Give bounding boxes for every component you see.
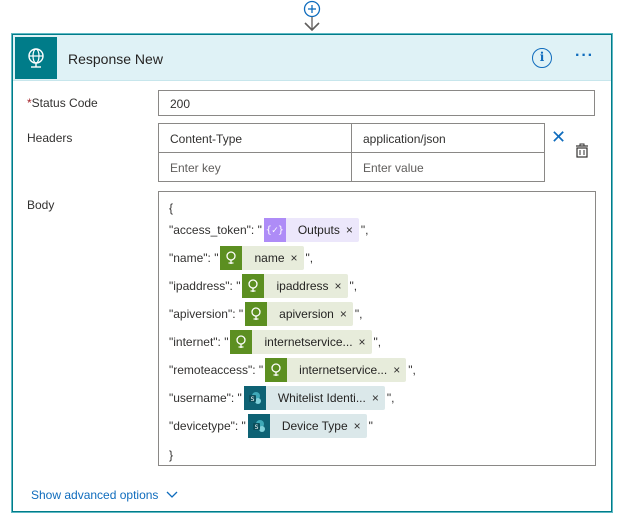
remove-token-icon[interactable]: × xyxy=(335,279,348,293)
token-label: internetservice... xyxy=(299,363,388,377)
card-header[interactable]: Response New i ··· xyxy=(13,35,611,81)
json-tail: ", xyxy=(386,391,395,405)
svg-text:S: S xyxy=(250,396,254,403)
dynamic-content-token[interactable]: {✓} Outputs × xyxy=(263,218,359,242)
json-key: "username": " xyxy=(169,391,242,405)
sharepoint-icon: S xyxy=(247,414,270,438)
token-label: Outputs xyxy=(297,223,340,237)
remove-token-icon[interactable]: × xyxy=(346,223,359,237)
dynamic-content-token[interactable]: S Device Type × xyxy=(247,414,367,438)
body-json-line: "devicetype": " S Device Type × " xyxy=(169,414,373,438)
json-key: "access_token": " xyxy=(169,223,262,237)
remove-token-icon[interactable]: × xyxy=(354,419,367,433)
body-editor[interactable]: { } "access_token": " {✓} Outputs × ", "name"… xyxy=(158,191,596,466)
token-label: name xyxy=(254,251,285,265)
bulb-icon xyxy=(245,302,268,326)
sharepoint-icon: S xyxy=(243,386,266,410)
bulb-icon xyxy=(220,246,243,270)
bulb-icon xyxy=(265,358,288,382)
info-icon[interactable]: i xyxy=(532,48,552,68)
status-code-label: *Status Code xyxy=(27,96,98,110)
header-value-field[interactable]: application/json xyxy=(351,123,545,153)
header-value-input[interactable]: Enter value xyxy=(351,152,545,182)
token-label: ipaddress xyxy=(276,279,329,293)
open-brace: { xyxy=(169,201,174,215)
remove-header-icon[interactable]: ✕ xyxy=(551,127,566,148)
token-label: apiversion xyxy=(279,307,334,321)
svg-text:S: S xyxy=(254,424,258,431)
json-tail: ", xyxy=(349,279,358,293)
token-label: Device Type xyxy=(281,419,348,433)
show-advanced-options-link[interactable]: Show advanced options xyxy=(31,488,178,502)
json-tail: ", xyxy=(354,307,363,321)
json-key: "remoteaccess": " xyxy=(169,363,264,377)
status-code-label-text: Status Code xyxy=(31,96,98,110)
json-tail: ", xyxy=(305,251,314,265)
body-json-line: "username": " S Whitelist Identi... × ", xyxy=(169,386,394,410)
chevron-down-icon xyxy=(166,491,178,498)
remove-token-icon[interactable]: × xyxy=(291,251,304,265)
json-key: "devicetype": " xyxy=(169,419,246,433)
body-json-line: "internet": " internetservice... × ", xyxy=(169,330,381,354)
body-json-line: "ipaddress": " ipaddress × ", xyxy=(169,274,357,298)
body-label: Body xyxy=(27,198,55,212)
switch-to-text-mode-icon[interactable] xyxy=(575,143,591,159)
header-key-input[interactable]: Enter key xyxy=(158,152,352,182)
card-title: Response New xyxy=(68,51,163,67)
json-key: "apiversion": " xyxy=(169,307,244,321)
json-tail: ", xyxy=(408,363,416,377)
remove-token-icon[interactable]: × xyxy=(393,363,406,377)
json-key: "internet": " xyxy=(169,335,229,349)
token-label: internetservice... xyxy=(264,335,353,349)
body-json-line: "remoteaccess": " internetservice... × ", xyxy=(169,358,416,382)
body-json-line: "apiversion": " apiversion × ", xyxy=(169,302,362,326)
headers-label: Headers xyxy=(27,131,73,145)
expression-icon: {✓} xyxy=(263,218,286,242)
add-step-icon[interactable] xyxy=(302,0,322,32)
remove-token-icon[interactable]: × xyxy=(359,335,372,349)
body-json-line: "name": " name × ", xyxy=(169,246,313,270)
bulb-icon xyxy=(230,330,253,354)
json-tail: ", xyxy=(373,335,382,349)
close-brace: } xyxy=(169,448,174,462)
dynamic-content-token[interactable]: S Whitelist Identi... × xyxy=(243,386,385,410)
show-advanced-options-label: Show advanced options xyxy=(31,488,159,502)
dynamic-content-token[interactable]: name × xyxy=(220,246,304,270)
remove-token-icon[interactable]: × xyxy=(340,307,353,321)
more-options-icon[interactable]: ··· xyxy=(575,47,594,65)
dynamic-content-token[interactable]: internetservice... × xyxy=(230,330,372,354)
globe-icon xyxy=(15,37,57,79)
dynamic-content-token[interactable]: apiversion × xyxy=(245,302,353,326)
header-key-field[interactable]: Content-Type xyxy=(158,123,352,153)
bulb-icon xyxy=(242,274,265,298)
json-tail: " xyxy=(368,419,373,433)
token-label: Whitelist Identi... xyxy=(277,391,366,405)
json-key: "ipaddress": " xyxy=(169,279,241,293)
response-action-card: Response New i ··· *Status Code 200 Head… xyxy=(12,34,612,512)
body-json-line: "access_token": " {✓} Outputs × ", xyxy=(169,218,368,242)
json-key: "name": " xyxy=(169,251,219,265)
remove-token-icon[interactable]: × xyxy=(372,391,385,405)
dynamic-content-token[interactable]: ipaddress × xyxy=(242,274,348,298)
json-tail: ", xyxy=(360,223,369,237)
dynamic-content-token[interactable]: internetservice... × xyxy=(265,358,407,382)
status-code-input[interactable]: 200 xyxy=(158,90,595,116)
